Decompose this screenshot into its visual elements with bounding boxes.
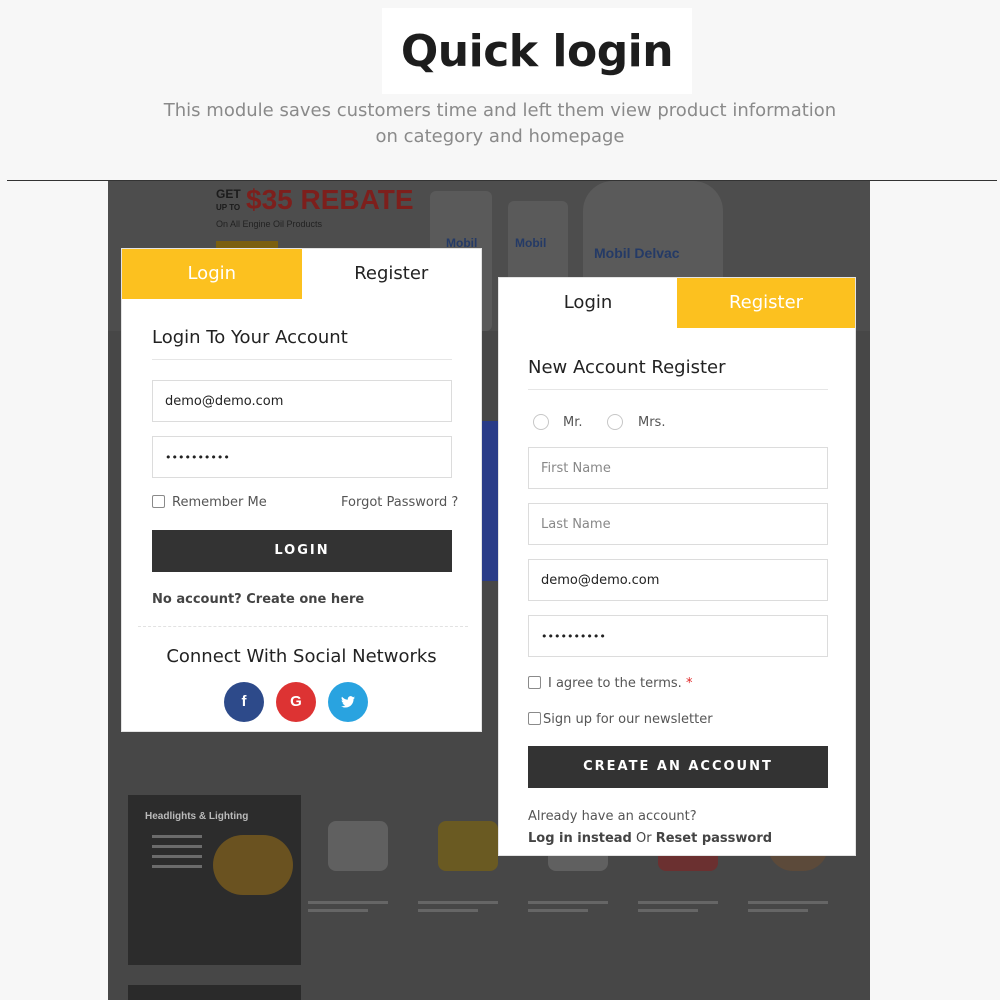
product-title-line (418, 901, 498, 904)
category-tile-line (152, 855, 202, 858)
login-panel-tabs: Login Register (122, 249, 481, 299)
login-heading: Login To Your Account (152, 327, 348, 348)
remember-me-checkbox[interactable] (152, 495, 165, 508)
log-in-instead-link[interactable]: Log in instead (528, 831, 632, 846)
promo-upto: UP TO (216, 203, 241, 212)
login-email-field[interactable] (152, 380, 452, 422)
agree-terms-label: I agree to the terms. * (548, 676, 692, 691)
promo-get: GET (216, 187, 241, 201)
or-text: Or (635, 831, 652, 846)
register-password-field[interactable] (528, 615, 828, 657)
product-title-line (418, 909, 478, 912)
create-account-link[interactable]: No account? Create one here (152, 592, 364, 607)
newsletter-checkbox[interactable] (528, 712, 541, 725)
login-links-row: Log in instead Or Reset password (528, 831, 772, 846)
agree-terms-text: I agree to the terms. (548, 676, 682, 691)
promo-rebate: $35 REBATE (246, 184, 414, 215)
page-title: Quick login (400, 26, 674, 77)
category-tile-lighting: Headlights & Lighting (128, 795, 301, 965)
title-mrs-radio[interactable] (607, 414, 623, 430)
create-account-button[interactable]: CREATE AN ACCOUNT (528, 746, 828, 788)
newsletter-label: Sign up for our newsletter (543, 712, 713, 727)
product-image (438, 821, 498, 871)
product-title-line (308, 901, 388, 904)
tab-register[interactable]: Register (301, 249, 481, 299)
social-heading: Connect With Social Networks (166, 646, 437, 667)
first-name-field[interactable] (528, 447, 828, 489)
required-mark: * (685, 676, 693, 691)
product-title-line (638, 901, 718, 904)
social-divider (138, 626, 468, 627)
promo-subtext: On All Engine Oil Products (216, 219, 323, 229)
twitter-bird-glyph (341, 696, 355, 708)
tab-login[interactable]: Login (499, 278, 677, 328)
category-tile-line (152, 865, 202, 868)
product-title-line (528, 901, 608, 904)
category-tile-line (152, 845, 202, 848)
product-card (308, 801, 408, 941)
register-panel-tabs: Login Register (499, 278, 855, 328)
title-mrs-label: Mrs. (638, 415, 666, 430)
category-tile-title: Headlights & Lighting (145, 811, 249, 822)
headlight-image (213, 835, 293, 895)
register-heading: New Account Register (528, 357, 726, 378)
register-heading-divider (528, 389, 828, 390)
title-mr-label: Mr. (563, 415, 583, 430)
product-title-line (748, 901, 828, 904)
login-password-field[interactable] (152, 436, 452, 478)
google-icon[interactable]: G (276, 682, 316, 722)
title-mr-radio[interactable] (533, 414, 549, 430)
tab-register[interactable]: Register (677, 278, 855, 328)
category-tile (128, 985, 301, 1000)
product-image (328, 821, 388, 871)
forgot-password-link[interactable]: Forgot Password ? (341, 495, 458, 510)
login-submit-button[interactable]: LOGIN (152, 530, 452, 572)
page-subtitle: This module saves customers time and lef… (163, 100, 837, 147)
oil-jug-label: Mobil Delvac (594, 245, 680, 261)
facebook-icon[interactable]: f (224, 682, 264, 722)
remember-me-label: Remember Me (172, 495, 267, 510)
twitter-icon[interactable] (328, 682, 368, 722)
already-account-text: Already have an account? (528, 809, 697, 824)
agree-terms-checkbox[interactable] (528, 676, 541, 689)
oil-can-label: Mobil (515, 236, 547, 250)
tab-login[interactable]: Login (122, 249, 302, 299)
product-title-line (748, 909, 808, 912)
category-tile-line (152, 835, 202, 838)
login-panel: Login Register Login To Your Account Rem… (121, 248, 482, 732)
product-title-line (308, 909, 368, 912)
product-title-line (528, 909, 588, 912)
login-heading-divider (152, 359, 452, 360)
hero-title-box: Quick login (382, 8, 692, 94)
last-name-field[interactable] (528, 503, 828, 545)
register-panel: Login Register New Account Register Mr. … (498, 277, 856, 856)
register-email-field[interactable] (528, 559, 828, 601)
product-title-line (638, 909, 698, 912)
reset-password-link[interactable]: Reset password (656, 831, 772, 846)
